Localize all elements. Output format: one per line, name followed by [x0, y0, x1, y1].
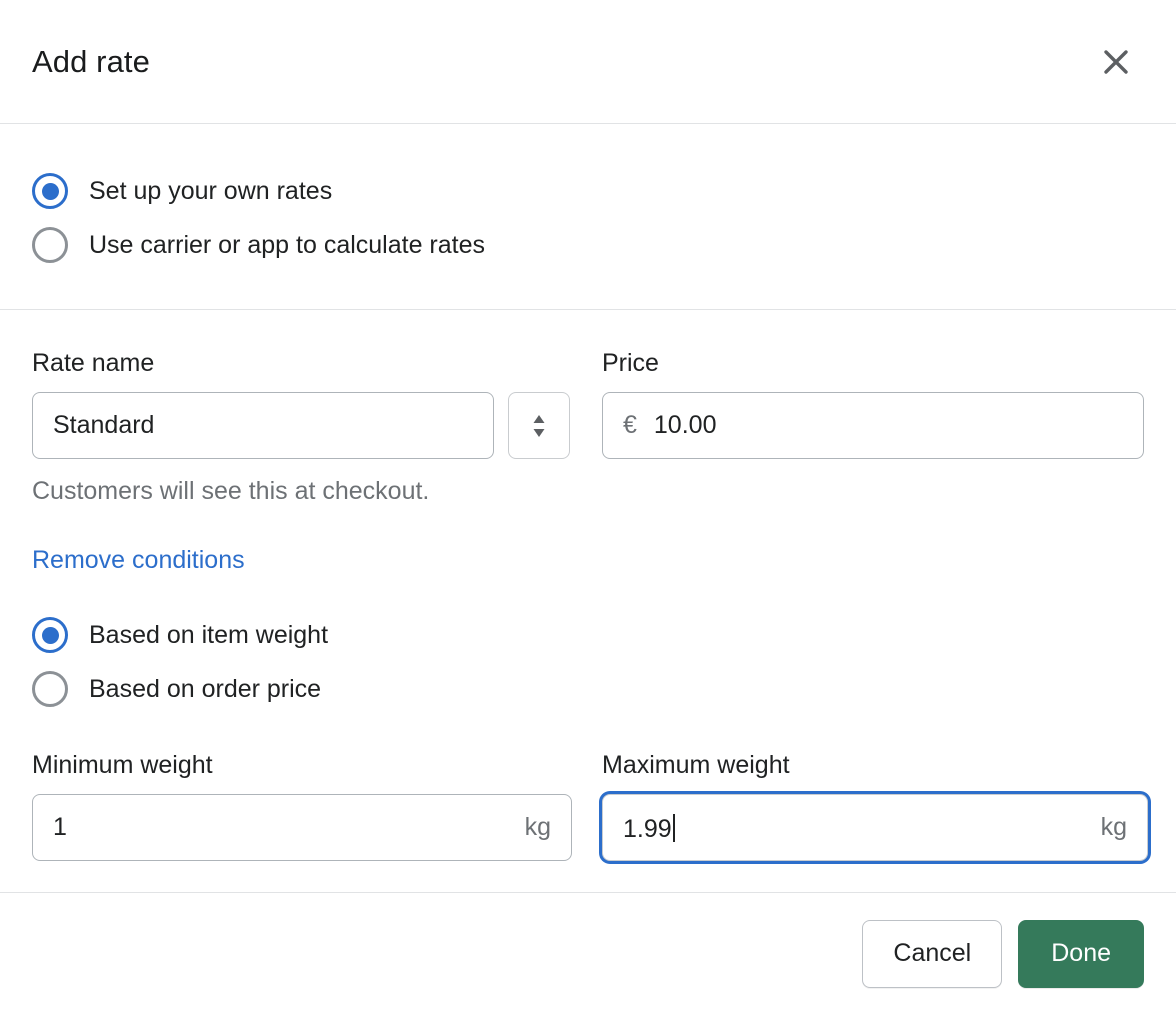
modal-footer: Cancel Done [0, 893, 1176, 1014]
minimum-weight-label: Minimum weight [32, 751, 213, 779]
rate-name-help-text: Customers will see this at checkout. [32, 477, 430, 505]
maximum-weight-input[interactable]: 1.99 kg [602, 794, 1148, 861]
price-input[interactable]: € 10.00 [602, 392, 1144, 459]
cancel-button[interactable]: Cancel [862, 919, 1003, 988]
radio-use-carrier-or-app[interactable]: Use carrier or app to calculate rates [32, 222, 1144, 268]
radio-based-on-order-price[interactable]: Based on order price [32, 666, 1144, 712]
radio-set-up-your-own-rates[interactable]: Set up your own rates [32, 168, 1144, 214]
maximum-weight-value: 1.99 [623, 813, 1089, 843]
radio-label: Use carrier or app to calculate rates [89, 231, 486, 259]
minimum-weight-field-group: Minimum weight 1 kg [32, 750, 572, 861]
maximum-weight-text: 1.99 [623, 814, 672, 843]
text-cursor [672, 813, 675, 842]
radio-indicator [32, 227, 68, 263]
rate-name-label: Rate name [32, 349, 155, 377]
radio-label: Set up your own rates [89, 177, 333, 205]
condition-type-section: Based on item weight Based on order pric… [32, 612, 1144, 712]
done-button[interactable]: Done [1018, 919, 1144, 988]
up-down-chevron-icon [528, 411, 550, 441]
weight-range-row: Minimum weight 1 kg Maximum weight 1.99 … [32, 750, 1148, 861]
radio-indicator [32, 617, 68, 653]
modal-header: Add rate [0, 0, 1176, 124]
maximum-weight-field-group: Maximum weight 1.99 kg [602, 750, 1148, 861]
maximum-weight-label: Maximum weight [602, 751, 790, 779]
remove-conditions-link[interactable]: Remove conditions [32, 545, 245, 575]
price-label: Price [602, 349, 659, 377]
close-icon [1099, 45, 1133, 79]
minimum-weight-value: 1 [53, 813, 67, 841]
price-value: 10.00 [653, 411, 717, 439]
minimum-weight-unit: kg [524, 813, 551, 841]
radio-indicator [32, 173, 68, 209]
rate-name-value: Standard [53, 411, 155, 439]
radio-based-on-item-weight[interactable]: Based on item weight [32, 612, 1144, 658]
price-field-group: Price € 10.00 [602, 348, 1144, 506]
rate-name-input-row: Standard [32, 392, 570, 459]
rate-name-stepper-button[interactable] [508, 392, 570, 459]
rate-name-price-row: Rate name Standard Customers will see th… [32, 348, 1144, 506]
radio-indicator [32, 671, 68, 707]
minimum-weight-input[interactable]: 1 kg [32, 794, 572, 861]
rate-name-input[interactable]: Standard [32, 392, 494, 459]
close-button[interactable] [1092, 38, 1140, 86]
currency-symbol: € [623, 411, 637, 439]
rate-details-section: Rate name Standard Customers will see th… [0, 310, 1176, 893]
rate-mode-section: Set up your own rates Use carrier or app… [0, 124, 1176, 310]
maximum-weight-unit: kg [1100, 813, 1127, 841]
add-rate-modal: Add rate Set up your own rates Use carri… [0, 0, 1176, 1014]
radio-label: Based on item weight [89, 621, 329, 649]
rate-name-field-group: Rate name Standard Customers will see th… [32, 348, 570, 506]
radio-label: Based on order price [89, 675, 322, 703]
page-title: Add rate [32, 43, 150, 79]
